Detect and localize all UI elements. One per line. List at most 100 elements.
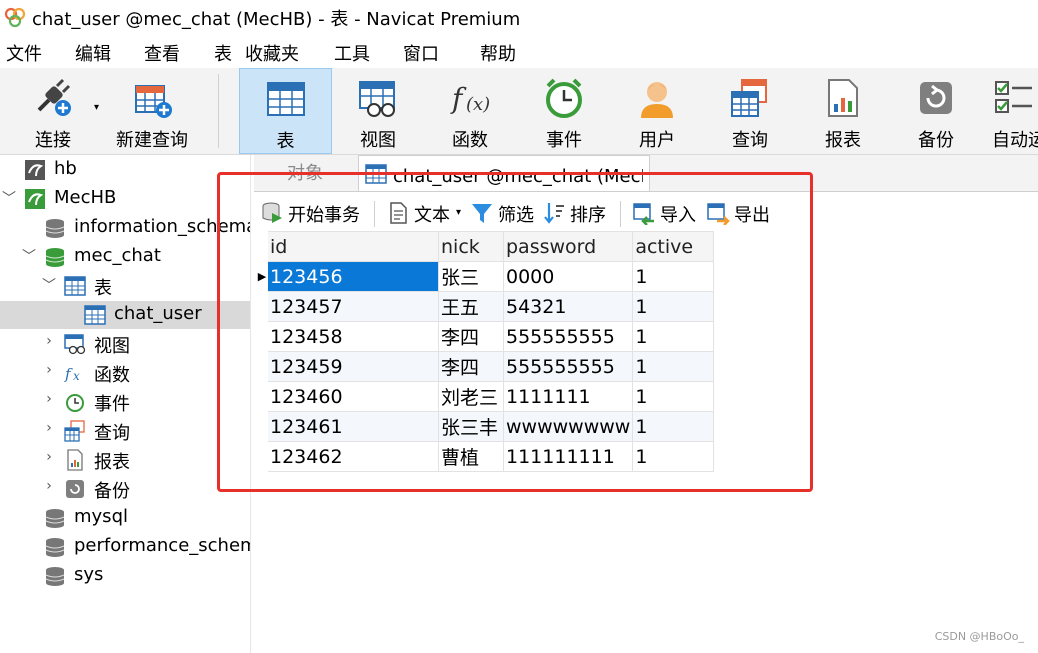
- svg-text:f: f: [64, 365, 73, 383]
- chevron-down-icon[interactable]: ﹀: [2, 188, 16, 208]
- main-toolbar: 连接 ▾ 新建查询 表 视图 f (x) 函数 事件 用户 查询 报表 备份 自…: [0, 68, 1038, 155]
- cell-password[interactable]: 1111111: [502, 381, 634, 412]
- cell-nick[interactable]: 张三: [438, 261, 504, 292]
- table-row[interactable]: 123461 张三丰 wwwwwwww 1: [256, 411, 715, 442]
- cell-nick[interactable]: 刘老三: [438, 381, 504, 412]
- table-icon: [266, 82, 305, 116]
- tree-node-queries[interactable]: › 查询: [0, 417, 250, 445]
- backup-icon: [920, 82, 952, 114]
- tree-node-mec-chat[interactable]: ﹀ mec_chat: [0, 243, 250, 271]
- table-row[interactable]: 123457 王五 54321 1: [256, 291, 715, 322]
- tree-node-views[interactable]: › 视图: [0, 330, 250, 358]
- cell-nick[interactable]: 王五: [438, 291, 504, 322]
- event-label: 事件: [546, 130, 582, 151]
- connect-dropdown-icon[interactable]: ▾: [94, 102, 99, 113]
- menu-favorites[interactable]: 收藏夹: [245, 40, 299, 66]
- cell-password[interactable]: 111111111: [502, 441, 634, 472]
- toolbar-divider: [620, 201, 621, 227]
- menu-tools[interactable]: 工具: [334, 40, 370, 66]
- tree-node-backups[interactable]: › 备份: [0, 475, 250, 503]
- tree-label: mysql: [74, 506, 128, 527]
- cell-password[interactable]: wwwwwwww: [502, 411, 634, 442]
- chevron-right-icon[interactable]: ›: [42, 391, 56, 407]
- text-dropdown-icon[interactable]: ▾: [456, 207, 461, 218]
- cell-nick[interactable]: 张三丰: [438, 411, 504, 442]
- tree-node-events[interactable]: › 事件: [0, 388, 250, 416]
- cell-active[interactable]: 1: [632, 321, 715, 352]
- cell-password[interactable]: 0000: [502, 261, 634, 292]
- cell-active[interactable]: 1: [632, 381, 715, 412]
- tree-node-information-schema[interactable]: information_schema: [0, 214, 250, 242]
- cell-nick[interactable]: 曹植: [438, 441, 504, 472]
- cell-nick[interactable]: 李四: [438, 321, 504, 352]
- query-button[interactable]: 查询: [704, 68, 796, 154]
- cell-password[interactable]: 555555555: [502, 351, 634, 382]
- tree-node-sys[interactable]: sys: [0, 562, 250, 590]
- cell-active[interactable]: 1: [632, 411, 715, 442]
- menu-view[interactable]: 查看: [144, 40, 180, 66]
- connect-button[interactable]: 连接: [10, 68, 96, 154]
- cell-password[interactable]: 54321: [502, 291, 634, 322]
- row-marker-header: [256, 231, 268, 262]
- menu-edit[interactable]: 编辑: [75, 40, 111, 66]
- chevron-right-icon[interactable]: ›: [42, 420, 56, 436]
- new-query-button[interactable]: 新建查询: [106, 68, 198, 154]
- table-button[interactable]: 表: [239, 68, 332, 154]
- function-icon: fx: [64, 365, 80, 383]
- cell-id[interactable]: 123461: [267, 411, 439, 442]
- cell-nick[interactable]: 李四: [438, 351, 504, 382]
- connect-label: 连接: [35, 130, 71, 151]
- view-button[interactable]: 视图: [333, 68, 423, 154]
- backup-button[interactable]: 备份: [890, 68, 982, 154]
- tree-label: 查询: [94, 423, 130, 444]
- cell-id[interactable]: 123460: [267, 381, 439, 412]
- cell-id[interactable]: 123456: [267, 261, 439, 292]
- cell-active[interactable]: 1: [632, 291, 715, 322]
- chevron-right-icon[interactable]: ›: [42, 478, 56, 494]
- tree-node-mysql[interactable]: mysql: [0, 504, 250, 532]
- chevron-down-icon[interactable]: ﹀: [22, 246, 36, 266]
- cell-password[interactable]: 555555555: [502, 321, 634, 352]
- user-button[interactable]: 用户: [611, 68, 703, 154]
- tab-chat-user[interactable]: chat_user @mec_chat (MecHB) - 表: [358, 155, 650, 191]
- menu-help[interactable]: 帮助: [480, 40, 516, 66]
- automation-button[interactable]: 自动运: [984, 68, 1038, 154]
- report-button[interactable]: 报表: [797, 68, 889, 154]
- menu-table[interactable]: 表: [214, 40, 232, 66]
- table-row[interactable]: 123459 李四 555555555 1: [256, 351, 715, 382]
- menu-window[interactable]: 窗口: [403, 40, 439, 66]
- function-button[interactable]: f (x) 函数: [425, 68, 515, 154]
- table-row[interactable]: 123458 李四 555555555 1: [256, 321, 715, 352]
- table-row[interactable]: ▶ 123456 张三 0000 1: [256, 261, 715, 292]
- column-header-password[interactable]: password: [502, 231, 634, 262]
- cell-active[interactable]: 1: [632, 351, 715, 382]
- tab-objects[interactable]: 对象: [254, 157, 356, 191]
- column-header-id[interactable]: id: [267, 231, 439, 262]
- event-button[interactable]: 事件: [518, 68, 610, 154]
- tree-node-tables[interactable]: ﹀ 表: [0, 272, 250, 300]
- cell-id[interactable]: 123459: [267, 351, 439, 382]
- chevron-right-icon[interactable]: ›: [42, 333, 56, 349]
- chevron-right-icon[interactable]: ›: [42, 362, 56, 378]
- cell-id[interactable]: 123458: [267, 321, 439, 352]
- transaction-icon: [262, 202, 282, 223]
- tree-node-functions[interactable]: › fx 函数: [0, 359, 250, 387]
- tree-node-mechb[interactable]: ﹀ MecHB: [0, 185, 250, 213]
- tree-node-reports[interactable]: › 报表: [0, 446, 250, 474]
- cell-active[interactable]: 1: [632, 441, 715, 472]
- tree-node-hb[interactable]: hb: [0, 156, 250, 184]
- table-row[interactable]: 123462 曹植 111111111 1: [256, 441, 715, 472]
- column-header-active[interactable]: active: [632, 231, 715, 262]
- cell-id[interactable]: 123462: [267, 441, 439, 472]
- tree-node-performance-schema[interactable]: performance_schema: [0, 533, 250, 561]
- cell-active[interactable]: 1: [632, 261, 715, 292]
- column-header-nick[interactable]: nick: [438, 231, 504, 262]
- menu-file[interactable]: 文件: [6, 40, 42, 66]
- chevron-right-icon[interactable]: ›: [42, 449, 56, 465]
- tree-label: 备份: [94, 481, 130, 502]
- chevron-down-icon[interactable]: ﹀: [42, 275, 56, 295]
- cell-id[interactable]: 123457: [267, 291, 439, 322]
- table-row[interactable]: 123460 刘老三 1111111 1: [256, 381, 715, 412]
- tree-node-chat-user[interactable]: chat_user: [0, 301, 250, 329]
- filter-label: 筛选: [498, 205, 534, 226]
